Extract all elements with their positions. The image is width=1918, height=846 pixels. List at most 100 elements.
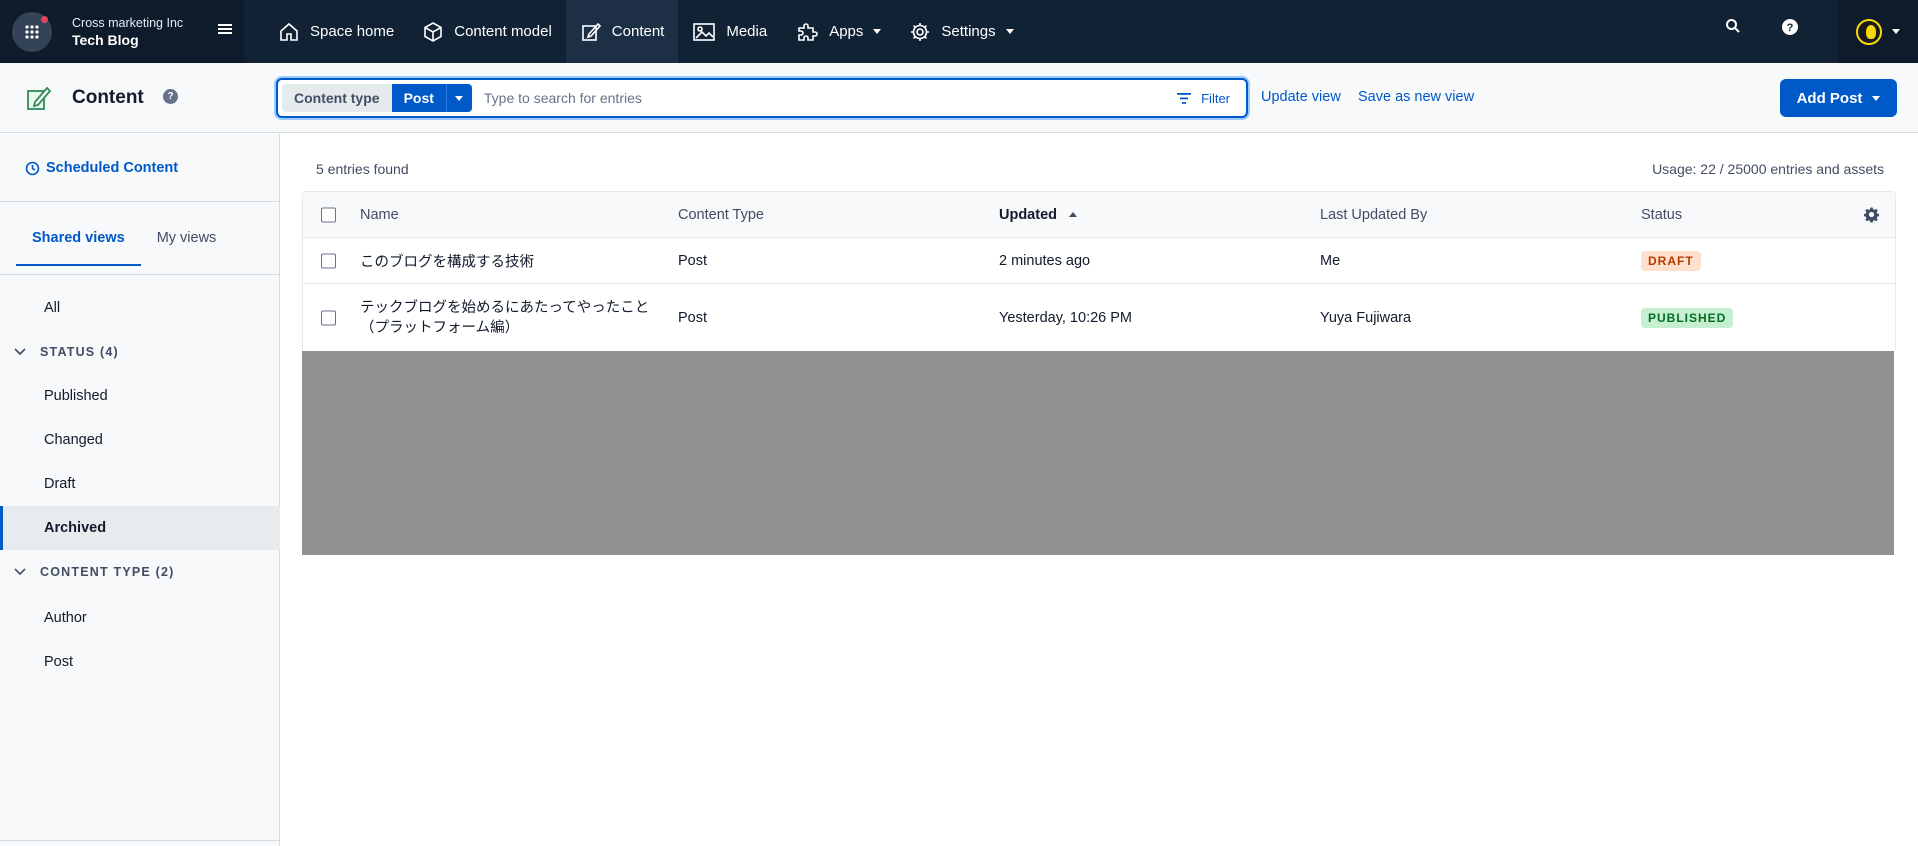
table-row[interactable]: テックブログを始めるにあたってやったこと （プラットフォーム編） Post Ye…: [303, 284, 1895, 352]
entry-updated-by: Me: [1320, 252, 1341, 269]
chevron-down-icon: [14, 568, 26, 576]
help-icon[interactable]: ?: [1781, 18, 1799, 36]
help-icon[interactable]: ?: [163, 89, 178, 104]
entries-count: 5 entries found: [316, 161, 409, 177]
nav-content-model[interactable]: Content model: [408, 0, 566, 63]
status-badge: PUBLISHED: [1641, 308, 1734, 328]
view-changed[interactable]: Changed: [0, 418, 280, 462]
avatar: [1856, 18, 1882, 45]
page-title: Content: [72, 87, 144, 108]
column-updated-label: Updated: [999, 206, 1057, 223]
caret-down-icon: [1005, 29, 1014, 34]
status-badge: DRAFT: [1641, 250, 1701, 271]
entries-table: Name Content Type Updated Last Updated B…: [302, 191, 1896, 353]
divider: [0, 840, 280, 841]
tab-my-views[interactable]: My views: [141, 230, 233, 266]
view-archived[interactable]: Archived: [0, 506, 280, 550]
column-name: Name: [360, 206, 399, 223]
filter-pill-dropdown[interactable]: [445, 84, 472, 112]
status-group-toggle[interactable]: STATUS (4): [0, 330, 280, 374]
clock-icon: [25, 161, 40, 175]
nav-label: Space home: [310, 23, 395, 40]
content-header: Content ? Content type Post Filter Updat…: [0, 63, 1918, 133]
chevron-down-icon: [14, 348, 26, 356]
usage-info: Usage: 22 / 25000 entries and assets: [1652, 161, 1884, 177]
search-icon[interactable]: [1725, 18, 1741, 34]
filter-button[interactable]: Filter: [1177, 91, 1230, 106]
app-launcher-button[interactable]: [12, 11, 52, 52]
search-bar[interactable]: Content type Post Filter: [276, 78, 1248, 118]
caret-down-icon: [1892, 29, 1900, 34]
add-post-label: Add Post: [1796, 89, 1863, 107]
table-header: Name Content Type Updated Last Updated B…: [303, 192, 1895, 238]
search-input[interactable]: [483, 90, 1178, 106]
entry-name-line: テックブログを始めるにあたってやったこと: [360, 300, 650, 316]
content-type-group-toggle[interactable]: CONTENT TYPE (2): [0, 550, 280, 594]
select-all-checkbox[interactable]: [321, 207, 336, 222]
scheduled-content-label: Scheduled Content: [46, 160, 179, 176]
edit-icon: [581, 22, 601, 41]
image-icon: [693, 22, 716, 41]
org-switcher[interactable]: Cross marketing Inc Tech Blog: [0, 0, 244, 63]
gear-icon[interactable]: [1864, 206, 1880, 223]
save-as-new-view-link[interactable]: Save as new view: [1358, 89, 1474, 105]
nav-label: Apps: [829, 23, 864, 40]
entry-updated: 2 minutes ago: [999, 252, 1091, 269]
entry-content-type: Post: [678, 310, 708, 326]
view-all[interactable]: All: [0, 286, 280, 330]
tab-shared-views[interactable]: Shared views: [16, 230, 141, 266]
table-row[interactable]: このブログを構成する技術 Post 2 minutes ago Me DRAFT: [303, 238, 1895, 284]
account-menu[interactable]: [1838, 0, 1918, 63]
cube-icon: [424, 21, 443, 42]
content-edit-icon: [27, 86, 52, 110]
column-status: Status: [1641, 206, 1683, 223]
entry-content-type: Post: [678, 252, 708, 269]
space-name: Tech Blog: [72, 31, 139, 48]
status-group-label: STATUS (4): [40, 345, 119, 359]
view-author[interactable]: Author: [0, 596, 280, 640]
nav-label: Settings: [941, 23, 996, 40]
sort-ascending-icon: [1069, 212, 1077, 217]
nav-label: Content model: [454, 23, 552, 40]
filter-pill-label[interactable]: Content type: [282, 84, 392, 112]
org-name: Cross marketing Inc: [72, 15, 184, 30]
nav-label: Content: [611, 23, 665, 40]
entry-name[interactable]: テックブログを始めるにあたってやったこと （プラットフォーム編）: [360, 298, 649, 338]
scheduled-content-link[interactable]: Scheduled Content: [25, 160, 178, 176]
content-type-group-label: CONTENT TYPE (2): [40, 565, 175, 579]
nav-media[interactable]: Media: [678, 0, 781, 63]
menu-icon[interactable]: [216, 20, 234, 38]
add-post-button[interactable]: Add Post: [1780, 79, 1897, 117]
column-updated[interactable]: Updated: [999, 207, 1077, 223]
entry-name[interactable]: このブログを構成する技術: [360, 250, 534, 271]
nav-space-home[interactable]: Space home: [264, 0, 408, 63]
entry-updated: Yesterday, 10:26 PM: [999, 310, 1132, 326]
svg-text:?: ?: [1787, 22, 1794, 34]
view-published[interactable]: Published: [0, 374, 280, 418]
nav-settings[interactable]: Settings: [895, 0, 1027, 63]
update-view-link[interactable]: Update view: [1261, 89, 1341, 105]
nav-apps[interactable]: Apps: [781, 0, 895, 63]
filter-label: Filter: [1201, 90, 1230, 106]
main-nav: Space home Content model Content Media A…: [264, 0, 1028, 63]
column-last-updated-by: Last Updated By: [1320, 206, 1428, 223]
filter-pill-value[interactable]: Post: [391, 84, 446, 112]
nav-content[interactable]: Content: [565, 0, 679, 63]
view-draft[interactable]: Draft: [0, 462, 280, 506]
divider: [0, 274, 280, 275]
view-post[interactable]: Post: [0, 640, 280, 684]
column-content-type: Content Type: [678, 206, 764, 223]
filter-icon: [1177, 92, 1192, 104]
home-icon: [280, 22, 298, 41]
puzzle-icon: [798, 22, 818, 41]
grid-icon: [25, 24, 39, 39]
row-checkbox[interactable]: [321, 253, 336, 268]
divider: [0, 201, 280, 202]
entry-name-line: （プラットフォーム編）: [360, 320, 520, 336]
caret-down-icon: [873, 29, 882, 34]
redacted-area: [302, 351, 1894, 555]
row-checkbox[interactable]: [321, 310, 336, 326]
views-tabs: Shared views My views: [16, 230, 232, 266]
views-sidebar: Scheduled Content Shared views My views …: [0, 134, 280, 846]
top-navigation-bar: Cross marketing Inc Tech Blog Space home…: [0, 0, 1918, 63]
